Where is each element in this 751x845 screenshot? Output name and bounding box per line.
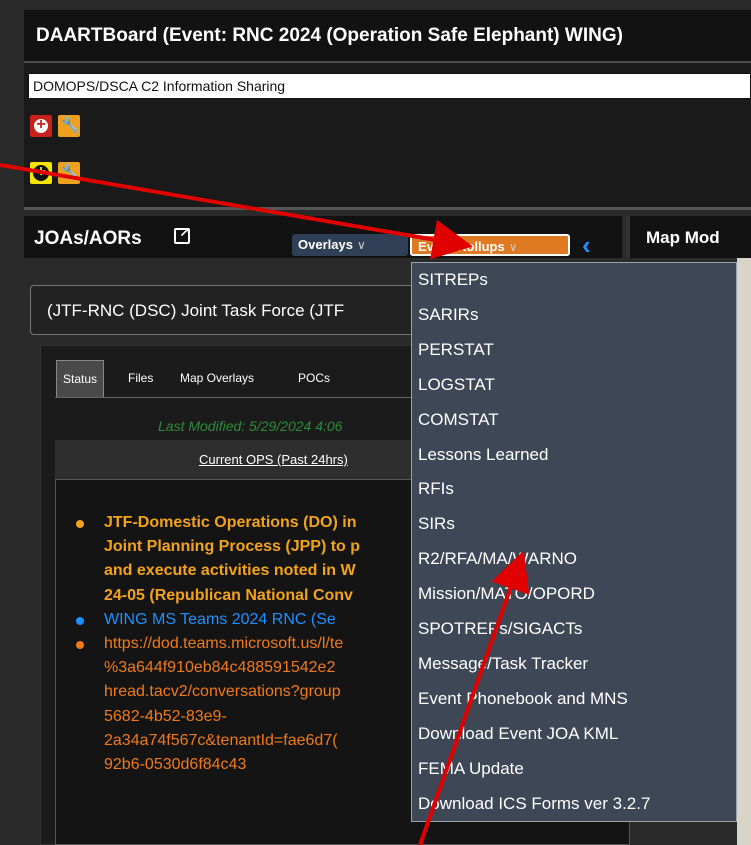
app-window: DAARTBoard (Event: RNC 2024 (Operation S… (0, 0, 751, 845)
annotation-arrow (418, 550, 530, 845)
annotation-arrow (0, 163, 473, 260)
annotation-arrows (0, 163, 530, 845)
